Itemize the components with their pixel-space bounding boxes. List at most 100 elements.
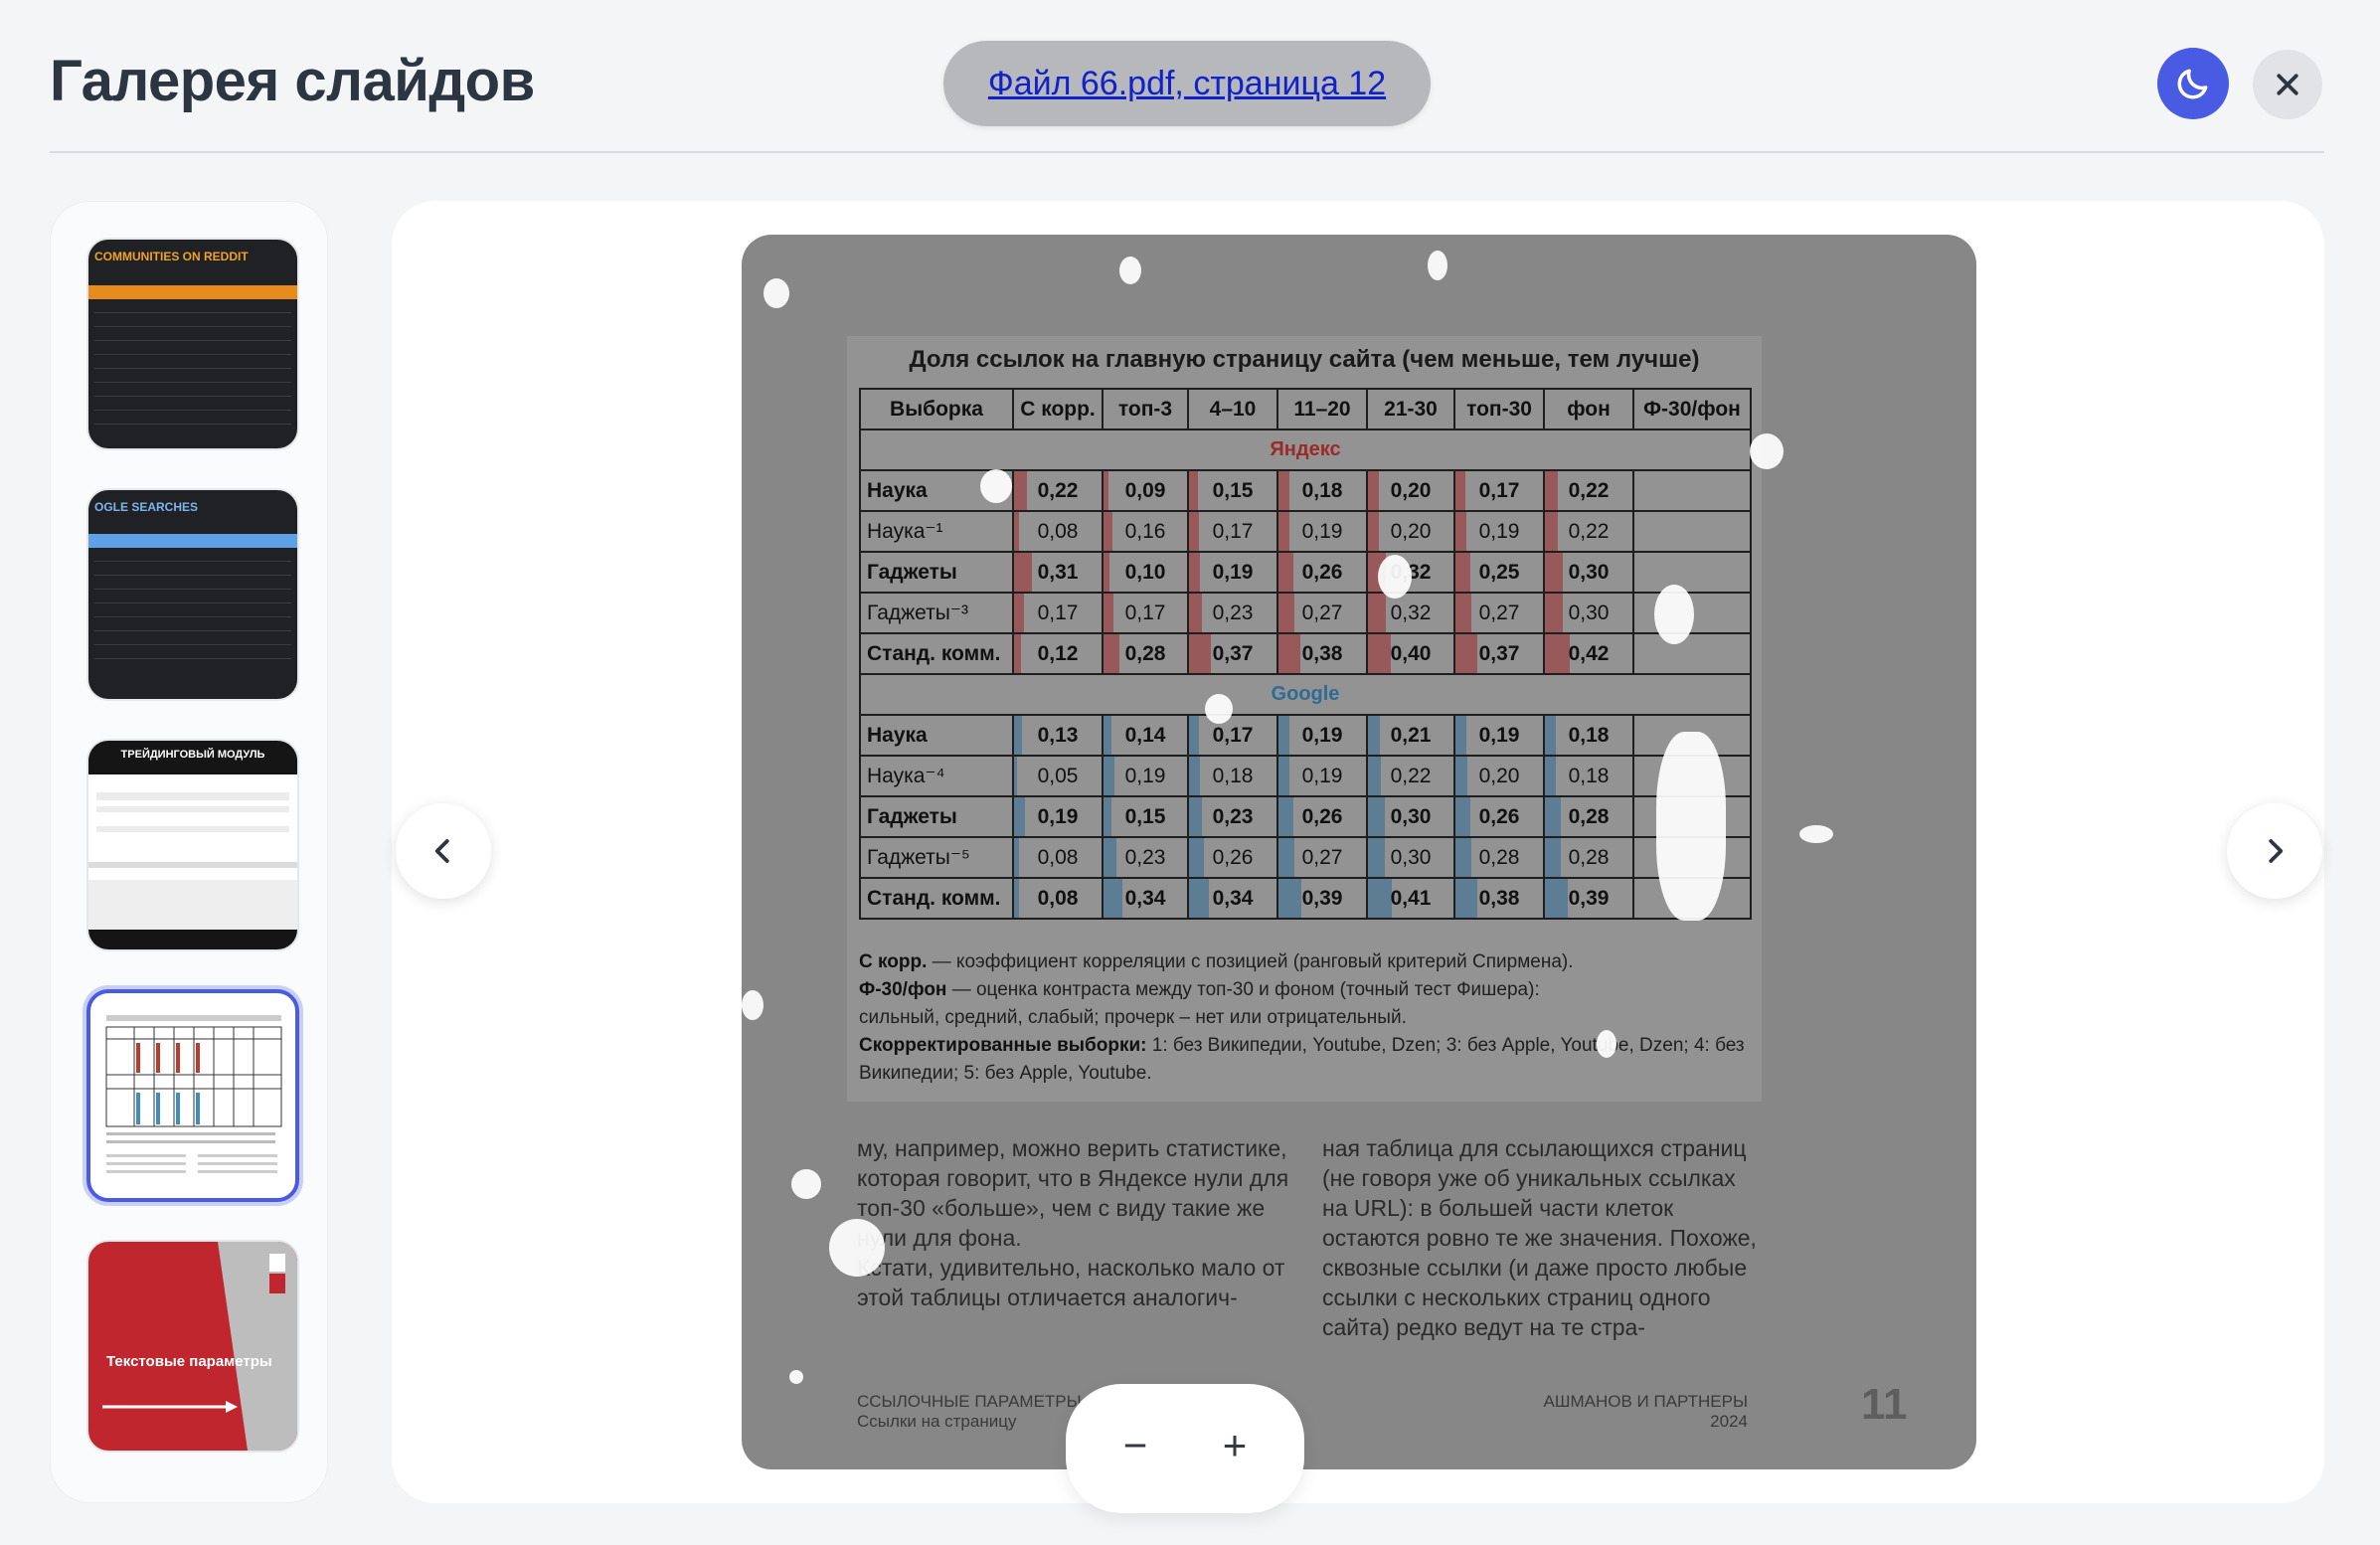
- note-contrast: Ф-30/фон — оценка контраста между топ-30…: [859, 976, 1754, 1004]
- table-cell: 0,15: [1187, 469, 1278, 512]
- table-cell: 0,30: [1366, 795, 1455, 838]
- table-row: Станд. комм. 0,08 0,34 0,34 0,39 0,41 0,38 0,39: [859, 877, 1752, 920]
- thumbnail-pattern: [102, 1242, 297, 1451]
- table-cell: 0,39: [1276, 877, 1368, 920]
- value-bar: [1104, 716, 1111, 755]
- value-bar: [1189, 471, 1198, 510]
- row-label: Наука: [859, 714, 1014, 757]
- value-bar: [1545, 757, 1556, 795]
- cell-value: 0,27: [1301, 845, 1343, 869]
- thumbnail-3[interactable]: ТРЕЙДИНГОВЫЙ МОДУЛЬ: [86, 739, 299, 951]
- table-cell: 0,25: [1453, 551, 1545, 594]
- contrast-marker-cell: [1632, 510, 1752, 553]
- close-button[interactable]: [2253, 50, 2322, 119]
- slide-table-area: Доля ссылок на главную страницу сайта (ч…: [847, 336, 1762, 1102]
- image-artifact: [1654, 585, 1694, 644]
- table-cell: 0,15: [1102, 795, 1189, 838]
- table-cell: 0,18: [1543, 755, 1634, 797]
- row-label: Станд. комм.: [859, 877, 1014, 920]
- note-term: Ф-30/фон: [859, 979, 947, 1000]
- value-bar: [1545, 471, 1558, 510]
- table-cell: 0,16: [1102, 510, 1189, 553]
- cell-value: 0,19: [1124, 764, 1166, 787]
- column-header: топ-30: [1453, 388, 1545, 430]
- table-cell: 0,17: [1012, 592, 1104, 634]
- table-cell: 0,08: [1012, 836, 1104, 879]
- image-artifact: [1750, 433, 1784, 469]
- thumbnail-row: [88, 862, 297, 868]
- cell-value: 0,22: [1568, 519, 1610, 543]
- image-artifact: [1378, 555, 1412, 599]
- table-row: Гаджеты 0,19 0,15 0,23 0,26 0,30 0,26 0,28: [859, 795, 1752, 838]
- cell-value: 0,28: [1568, 845, 1610, 869]
- thumbnail-row: [94, 582, 291, 590]
- cell-value: 0,25: [1478, 560, 1520, 584]
- cell-value: 0,08: [1037, 886, 1079, 910]
- thumbnail-caption: COMMUNITIES ON REDDIT: [94, 250, 249, 263]
- value-bar: [1104, 757, 1114, 795]
- cell-value: 0,19: [1301, 764, 1343, 787]
- cell-value: 0,40: [1390, 641, 1432, 665]
- file-link[interactable]: Файл 66.pdf, страница 12: [988, 65, 1386, 103]
- thumbnail-row: [94, 651, 291, 659]
- value-bar: [1189, 512, 1199, 551]
- cell-value: 0,19: [1212, 560, 1254, 584]
- thumbnail-row: [94, 417, 291, 425]
- thumbnail-row: [96, 806, 289, 812]
- thumbnail-5[interactable]: Текстовые параметры: [86, 1240, 299, 1453]
- table-cell: 0,31: [1012, 551, 1104, 594]
- row-label: Наука⁻¹: [859, 510, 1014, 553]
- value-bar: [1455, 716, 1467, 755]
- value-bar: [1278, 879, 1301, 918]
- cell-value: 0,19: [1478, 723, 1520, 747]
- thumbnail-header-bar: [88, 534, 297, 548]
- zoom-in-button[interactable]: +: [1205, 1416, 1265, 1475]
- cell-value: 0,38: [1478, 886, 1520, 910]
- next-slide-button[interactable]: [2227, 803, 2322, 899]
- table-cell: 0,30: [1366, 836, 1455, 879]
- cell-value: 0,17: [1212, 723, 1254, 747]
- table-cell: 0,05: [1012, 755, 1104, 797]
- cell-value: 0,30: [1390, 804, 1432, 828]
- section-title: Яндекс: [859, 429, 1752, 471]
- thumbnail-row: [94, 554, 291, 562]
- body-text-left: му, например, можно верить статистике, к…: [857, 1135, 1289, 1310]
- value-bar: [1278, 471, 1289, 510]
- value-bar: [1014, 879, 1019, 918]
- contrast-marker-cell: [1632, 551, 1752, 594]
- value-bar: [1104, 594, 1113, 632]
- thumbnail-1[interactable]: COMMUNITIES ON REDDIT: [86, 238, 299, 450]
- table-cell: 0,13: [1012, 714, 1104, 757]
- thumbnail-row: [94, 637, 291, 645]
- value-bar: [1189, 553, 1201, 592]
- cell-value: 0,09: [1124, 478, 1166, 502]
- value-bar: [1368, 838, 1386, 877]
- value-bar: [1278, 716, 1290, 755]
- value-bar: [1455, 512, 1467, 551]
- cell-value: 0,41: [1390, 886, 1432, 910]
- table-cell: 0,39: [1543, 877, 1634, 920]
- value-bar: [1368, 594, 1387, 632]
- table-cell: 0,19: [1453, 714, 1545, 757]
- table-cell: 0,18: [1187, 755, 1278, 797]
- thumbnail-4[interactable]: [86, 989, 299, 1202]
- cell-value: 0,19: [1301, 519, 1343, 543]
- column-header: фон: [1543, 388, 1634, 430]
- cell-value: 0,26: [1301, 804, 1343, 828]
- cell-value: 0,42: [1568, 641, 1610, 665]
- file-info-pill: Файл 66.pdf, страница 12: [943, 41, 1431, 126]
- table-cell: 0,26: [1453, 795, 1545, 838]
- image-artifact: [1119, 257, 1141, 284]
- thumbnail-2[interactable]: OGLE SEARCHES: [86, 488, 299, 701]
- image-artifact: [1205, 694, 1233, 724]
- previous-slide-button[interactable]: [396, 803, 491, 899]
- footer-year: 2024: [1710, 1412, 1748, 1431]
- theme-toggle-button[interactable]: [2157, 48, 2229, 119]
- row-label: Гаджеты⁻⁵: [859, 836, 1014, 879]
- image-artifact: [1428, 251, 1447, 280]
- cell-value: 0,19: [1301, 723, 1343, 747]
- cell-value: 0,08: [1037, 519, 1079, 543]
- footer-company: АШМАНОВ И ПАРТНЕРЫ: [1543, 1392, 1748, 1411]
- zoom-out-button[interactable]: −: [1105, 1416, 1165, 1475]
- table-row: Наука⁻¹ 0,08 0,16 0,17 0,19 0,20 0,19 0,22: [859, 510, 1752, 553]
